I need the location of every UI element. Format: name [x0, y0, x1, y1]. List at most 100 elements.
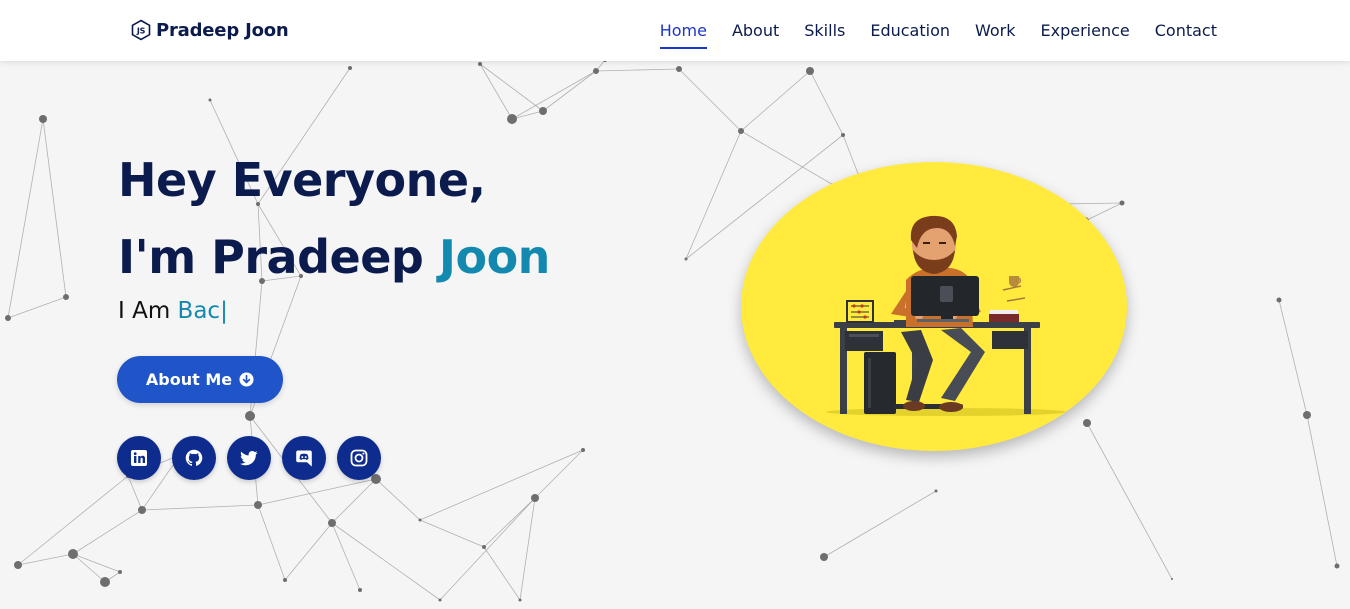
network-line [17, 553, 74, 566]
network-line [72, 553, 106, 583]
network-line [511, 70, 597, 120]
network-line [1278, 299, 1308, 416]
discord-link[interactable] [282, 436, 326, 480]
brand-name: Pradeep Joon [156, 19, 289, 41]
hero-line-2-accent: Joon [438, 230, 551, 284]
about-me-label: About Me [145, 370, 233, 389]
network-node [676, 66, 682, 72]
hero-line-2-prefix: I'm Pradeep [118, 230, 439, 284]
network-node [1171, 578, 1173, 580]
typing-cursor: | [220, 298, 228, 324]
network-node [1334, 563, 1340, 569]
nav-skills[interactable]: Skills [804, 15, 845, 46]
svg-text:JS: JS [136, 27, 146, 36]
network-node [507, 114, 517, 124]
linkedin-icon [129, 448, 149, 468]
developer-illustration [741, 162, 1127, 451]
nodejs-icon: JS [130, 19, 152, 41]
network-line [439, 497, 536, 601]
social-links [117, 436, 381, 480]
network-node [348, 66, 352, 70]
network-node [68, 549, 78, 559]
network-node [593, 68, 599, 74]
network-line [7, 118, 44, 319]
network-node [118, 570, 122, 574]
network-line [685, 130, 742, 260]
network-node [581, 448, 585, 452]
linkedin-link[interactable] [117, 436, 161, 480]
developer-at-desk-illustration [826, 215, 1066, 416]
github-icon [184, 448, 204, 468]
nav-contact[interactable]: Contact [1155, 15, 1217, 46]
network-line [740, 70, 811, 132]
nav-about[interactable]: About [732, 15, 779, 46]
discord-icon [294, 448, 314, 468]
nav-experience[interactable]: Experience [1041, 15, 1130, 46]
arrow-down-circle-icon [239, 372, 254, 387]
network-node [518, 598, 522, 602]
network-node [1276, 297, 1282, 303]
brand-logo[interactable]: JS Pradeep Joon [130, 17, 289, 43]
network-line [534, 449, 584, 499]
network-node [806, 67, 814, 75]
network-node [63, 294, 69, 300]
network-node [738, 128, 744, 134]
typing-subtitle: I Am Bac| [118, 298, 228, 324]
network-node [539, 107, 547, 115]
network-node [138, 506, 146, 514]
network-line [127, 475, 143, 511]
typing-prefix: I Am [118, 298, 178, 324]
hero-line-1: Hey Everyone, [118, 153, 486, 207]
instagram-icon [349, 448, 369, 468]
hero-heading: Hey Everyone, I'm Pradeep Joon [118, 142, 550, 296]
network-line [42, 118, 67, 298]
network-line [542, 70, 597, 112]
network-line [331, 478, 377, 524]
instagram-link[interactable] [337, 436, 381, 480]
nav-work[interactable]: Work [975, 15, 1016, 46]
network-node [531, 494, 539, 502]
network-line [141, 504, 259, 511]
network-line [284, 522, 333, 581]
nav-education[interactable]: Education [870, 15, 950, 46]
network-line [479, 63, 544, 112]
about-me-button[interactable]: About Me [117, 356, 283, 403]
network-node [438, 598, 442, 602]
network-node [328, 519, 336, 527]
network-line [483, 497, 536, 548]
network-node [208, 98, 212, 102]
network-line [678, 68, 742, 132]
network-node [14, 561, 22, 569]
network-node [358, 588, 362, 592]
network-node [841, 133, 845, 137]
network-node [482, 545, 486, 549]
network-node [820, 553, 828, 561]
twitter-icon [239, 448, 259, 468]
top-navbar: JS Pradeep Joon Home About Skills Educat… [0, 0, 1350, 61]
network-line [419, 519, 485, 548]
network-node [254, 501, 262, 509]
network-node [283, 578, 287, 582]
twitter-link[interactable] [227, 436, 271, 480]
network-line [419, 449, 584, 521]
network-line [519, 497, 536, 601]
network-node [245, 411, 255, 421]
network-node [39, 115, 47, 123]
github-link[interactable] [172, 436, 216, 480]
network-line [7, 296, 67, 319]
network-line [1306, 414, 1338, 567]
network-line [257, 478, 377, 506]
network-line [483, 546, 521, 601]
typing-text: Bac [177, 298, 221, 324]
nav-home[interactable]: Home [659, 15, 708, 49]
network-line [809, 70, 844, 136]
network-line [72, 553, 121, 573]
network-line [257, 504, 286, 581]
network-line [72, 509, 143, 555]
network-node [684, 257, 688, 261]
network-line [375, 478, 421, 521]
main-nav: Home About Skills Education Work Experie… [659, 0, 1217, 61]
network-line [479, 63, 513, 120]
network-node [418, 518, 422, 522]
network-line [595, 68, 680, 72]
